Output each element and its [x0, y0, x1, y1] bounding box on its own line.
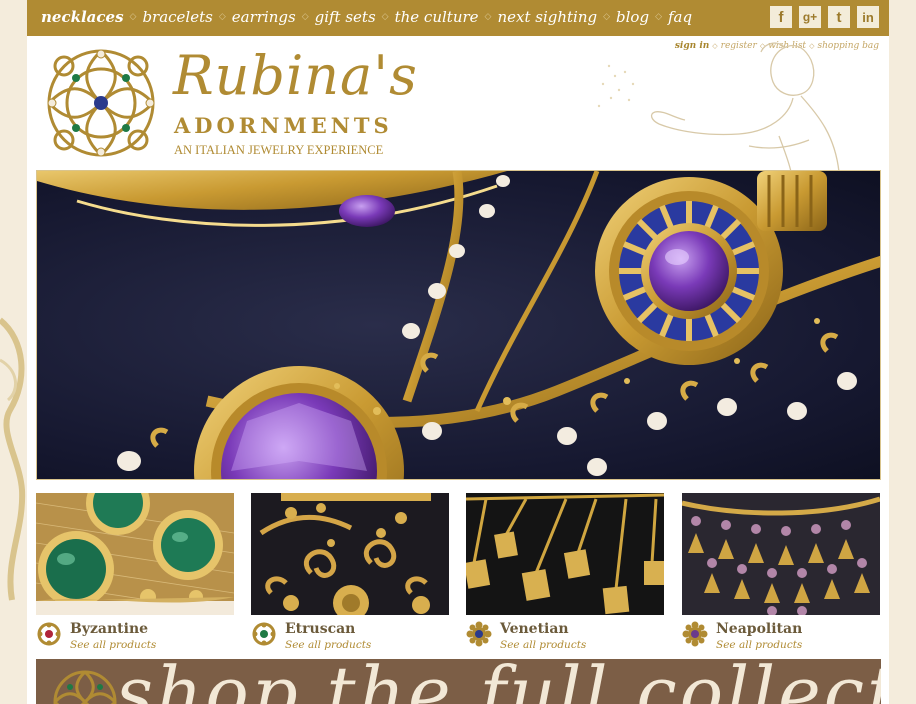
byzantine-motif-icon	[37, 622, 61, 646]
nav-separator: ◇	[484, 12, 492, 22]
nav-separator: ◇	[218, 12, 226, 22]
see-all-products-link[interactable]: See all products	[70, 639, 156, 651]
nav-item-bracelets[interactable]: bracelets	[142, 8, 212, 26]
nav-separator: ◇	[301, 12, 309, 22]
brand-tagline: AN ITALIAN JEWELRY EXPERIENCE	[174, 143, 384, 157]
twitter-icon[interactable]: t	[828, 6, 850, 28]
neapolitan-motif-icon	[682, 621, 708, 647]
facebook-icon[interactable]: f	[770, 6, 792, 28]
see-all-products-link[interactable]: See all products	[716, 639, 802, 651]
nav-item-faq[interactable]: faq	[668, 8, 692, 26]
product-card-etruscan: Etruscan See all products	[251, 493, 449, 659]
product-title-etruscan[interactable]: Etruscan	[285, 621, 355, 637]
product-card-venetian: Venetian See all products	[466, 493, 664, 659]
nav-item-gift-sets[interactable]: gift sets	[315, 8, 376, 26]
venetian-motif-icon	[466, 621, 492, 647]
nav-item-next-sighting[interactable]: next sighting	[497, 8, 597, 26]
woman-sketch-illustration	[597, 42, 840, 172]
top-navigation: necklaces ◇ bracelets ◇ earrings ◇ gift …	[27, 0, 889, 36]
nav-item-necklaces[interactable]: necklaces	[41, 8, 124, 26]
product-caption: Etruscan See all products	[251, 619, 449, 659]
logo-emblem-icon[interactable]	[42, 44, 160, 162]
product-image-neapolitan[interactable]	[682, 493, 880, 615]
product-caption: Venetian See all products	[466, 619, 664, 659]
nav-separator: ◇	[655, 12, 662, 22]
brand-name: ADORNMENTS	[174, 113, 393, 138]
byzantine-brooch-image	[36, 493, 234, 615]
hero-jewelry-illustration	[37, 171, 880, 479]
nav-menu: necklaces ◇ bracelets ◇ earrings ◇ gift …	[41, 8, 692, 26]
product-image-etruscan[interactable]	[251, 493, 449, 615]
social-links: f g+ t in	[770, 6, 879, 28]
see-all-products-link[interactable]: See all products	[285, 639, 371, 651]
nav-separator: ◇	[381, 12, 389, 22]
product-title-neapolitan[interactable]: Neapolitan	[716, 621, 802, 637]
product-caption: Byzantine See all products	[36, 619, 234, 659]
linkedin-icon[interactable]: in	[857, 6, 879, 28]
product-card-byzantine: Byzantine See all products	[36, 493, 234, 659]
neapolitan-necklace-image	[682, 493, 880, 615]
nav-separator: ◇	[603, 12, 611, 22]
hero-banner-image[interactable]	[36, 170, 881, 480]
product-title-venetian[interactable]: Venetian	[500, 621, 569, 637]
google-plus-icon[interactable]: g+	[799, 6, 821, 28]
product-image-byzantine[interactable]	[36, 493, 234, 615]
product-title-byzantine[interactable]: Byzantine	[70, 621, 148, 637]
product-caption: Neapolitan See all products	[682, 619, 880, 659]
nav-item-the-culture[interactable]: the culture	[395, 8, 479, 26]
nav-separator: ◇	[129, 12, 137, 22]
product-card-neapolitan: Neapolitan See all products	[682, 493, 880, 659]
banner-emblem-icon	[53, 670, 117, 704]
etruscan-motif-icon	[252, 622, 276, 646]
nav-item-blog[interactable]: blog	[616, 8, 649, 26]
brand-script-name[interactable]: Rubina's	[173, 44, 418, 107]
see-all-products-link[interactable]: See all products	[500, 639, 586, 651]
etruscan-earrings-image	[251, 493, 449, 615]
page-container: necklaces ◇ bracelets ◇ earrings ◇ gift …	[27, 0, 889, 704]
venetian-necklace-image	[466, 493, 664, 615]
banner-text: shop the full collection	[116, 659, 881, 704]
nav-item-earrings[interactable]: earrings	[232, 8, 296, 26]
shop-full-collection-banner[interactable]: shop the full collection	[36, 659, 881, 704]
background-swirl-decoration	[0, 317, 26, 601]
product-image-venetian[interactable]	[466, 493, 664, 615]
